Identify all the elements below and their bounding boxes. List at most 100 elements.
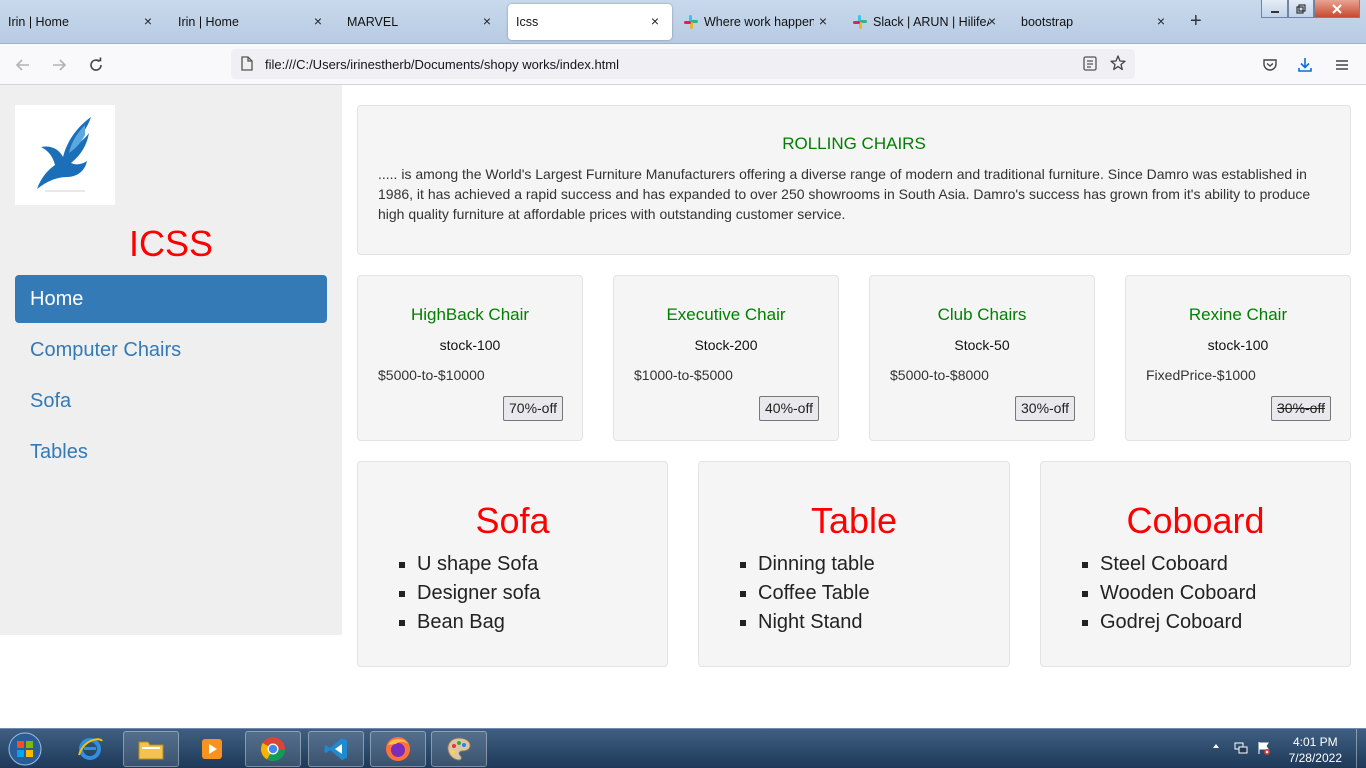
pocket-icon xyxy=(1263,59,1277,71)
arrow-right-icon xyxy=(53,59,67,71)
close-tab-icon[interactable]: × xyxy=(480,14,494,28)
product-price: FixedPrice-$1000 xyxy=(1146,367,1256,383)
product-card: Executive Chair Stock-200 $1000-to-$5000… xyxy=(613,275,839,441)
tab-label: Slack | ARUN | HilifeA xyxy=(873,15,989,29)
list-item: U shape Sofa xyxy=(417,550,667,579)
tab-irin-home-2[interactable]: Irin | Home × xyxy=(170,4,335,40)
folder-icon xyxy=(138,741,164,760)
sidebar: ICSS Home Computer Chairs Sofa Tables xyxy=(0,85,342,635)
category-card-coboard: Coboard Steel Coboard Wooden Coboard God… xyxy=(1040,461,1351,667)
category-list: Dinning table Coffee Table Night Stand xyxy=(758,550,1009,637)
sidebar-item-computer-chairs[interactable]: Computer Chairs xyxy=(15,326,327,374)
page-icon xyxy=(241,56,253,76)
product-card: Rexine Chair stock-100 FixedPrice-$1000 … xyxy=(1125,275,1351,441)
clock-date: 7/28/2022 xyxy=(1288,751,1342,765)
close-tab-icon[interactable]: × xyxy=(648,14,662,28)
sidebar-item-home[interactable]: Home xyxy=(15,275,327,323)
slack-icon xyxy=(853,15,867,29)
sidebar-item-tables[interactable]: Tables xyxy=(15,428,327,476)
product-name: Rexine Chair xyxy=(1188,305,1288,324)
tab-slack-arun[interactable]: Slack | ARUN | HilifeA × xyxy=(845,4,1005,40)
paint-palette-icon xyxy=(447,737,471,761)
taskbar-file-explorer[interactable] xyxy=(123,731,179,767)
product-card: Club Chairs Stock-50 $5000-to-$8000 30%-… xyxy=(869,275,1095,441)
hero-panel: ROLLING CHAIRS ..... is among the World'… xyxy=(357,105,1351,255)
address-bar[interactable]: file:///C:/Users/irinestherb/Documents/s… xyxy=(231,49,1135,79)
taskbar-vscode[interactable] xyxy=(308,731,364,767)
discount-button[interactable]: 70%-off xyxy=(503,396,563,421)
web-page: ICSS Home Computer Chairs Sofa Tables RO… xyxy=(0,85,1366,728)
product-price: $5000-to-$8000 xyxy=(890,367,989,383)
slack-icon xyxy=(684,15,698,29)
site-logo[interactable] xyxy=(15,105,115,205)
tab-marvel[interactable]: MARVEL × xyxy=(339,4,504,40)
restore-window-button[interactable] xyxy=(1288,0,1314,18)
discount-button[interactable]: 30%-off xyxy=(1015,396,1075,421)
tab-slack-home[interactable]: Where work happens × xyxy=(676,4,836,40)
taskbar-paint[interactable] xyxy=(431,731,487,767)
windows-logo-icon xyxy=(8,732,42,766)
forward-button[interactable] xyxy=(47,53,71,77)
discount-button[interactable]: 30%-off xyxy=(1271,396,1331,421)
reload-icon xyxy=(90,57,102,71)
new-tab-button[interactable]: + xyxy=(1190,11,1202,31)
restore-icon xyxy=(1296,3,1306,14)
download-icon xyxy=(1298,58,1312,72)
taskbar-internet-explorer[interactable] xyxy=(62,731,118,767)
product-price: $1000-to-$5000 xyxy=(634,367,733,383)
show-hidden-icons-button[interactable] xyxy=(1211,741,1221,754)
tab-bootstrap[interactable]: bootstrap × xyxy=(1013,4,1178,40)
action-center-flag-icon[interactable] xyxy=(1257,741,1271,758)
product-stock: Stock-50 xyxy=(954,337,1010,353)
clock-time: 4:01 PM xyxy=(1292,735,1338,749)
sidebar-menu: Home Computer Chairs Sofa Tables xyxy=(15,275,327,479)
sidebar-item-sofa[interactable]: Sofa xyxy=(15,377,327,425)
url-text: file:///C:/Users/irinestherb/Documents/s… xyxy=(265,57,620,72)
downloads-button[interactable] xyxy=(1293,53,1317,77)
media-player-icon xyxy=(202,739,222,759)
network-icon[interactable] xyxy=(1234,741,1248,758)
taskbar-media-player[interactable] xyxy=(184,731,240,767)
tab-label: Where work happens xyxy=(704,15,814,29)
hero-title: ROLLING CHAIRS xyxy=(782,134,926,153)
product-stock: Stock-200 xyxy=(694,337,758,353)
product-card: HighBack Chair stock-100 $5000-to-$10000… xyxy=(357,275,583,441)
minimize-window-button[interactable] xyxy=(1261,0,1288,18)
list-item: Dinning table xyxy=(758,550,1009,579)
close-tab-icon[interactable]: × xyxy=(816,14,830,28)
product-name: HighBack Chair xyxy=(410,305,530,324)
windows-taskbar: 4:01 PM 7/28/2022 xyxy=(0,728,1366,768)
close-tab-icon[interactable]: × xyxy=(141,14,155,28)
close-tab-icon[interactable]: × xyxy=(985,14,999,28)
tab-strip: Irin | Home × Irin | Home × MARVEL × Ics… xyxy=(0,0,1366,44)
taskbar-firefox[interactable] xyxy=(370,731,426,767)
navigation-toolbar: file:///C:/Users/irinestherb/Documents/s… xyxy=(0,44,1366,85)
close-tab-icon[interactable]: × xyxy=(1154,14,1168,28)
bookmark-star-icon[interactable] xyxy=(1110,55,1126,76)
pocket-button[interactable] xyxy=(1258,53,1282,77)
category-card-sofa: Sofa U shape Sofa Designer sofa Bean Bag xyxy=(357,461,668,667)
list-item: Steel Coboard xyxy=(1100,550,1350,579)
minimize-icon xyxy=(1270,10,1279,13)
app-menu-button[interactable] xyxy=(1330,53,1354,77)
eagle-logo-icon xyxy=(37,117,91,192)
product-price: $5000-to-$10000 xyxy=(378,367,485,383)
close-window-button[interactable] xyxy=(1314,0,1360,18)
show-desktop-button[interactable] xyxy=(1356,729,1366,768)
category-list: U shape Sofa Designer sofa Bean Bag xyxy=(417,550,667,637)
reader-view-icon[interactable] xyxy=(1083,56,1097,76)
category-title: Sofa xyxy=(475,500,550,541)
chevron-up-icon xyxy=(1213,744,1219,748)
system-clock[interactable]: 4:01 PM 7/28/2022 xyxy=(1289,734,1342,766)
back-button[interactable] xyxy=(11,53,35,77)
discount-button[interactable]: 40%-off xyxy=(759,396,819,421)
reload-button[interactable] xyxy=(84,53,108,77)
category-card-table: Table Dinning table Coffee Table Night S… xyxy=(698,461,1010,667)
start-button[interactable] xyxy=(5,731,45,767)
taskbar-chrome[interactable] xyxy=(245,731,301,767)
close-tab-icon[interactable]: × xyxy=(311,14,325,28)
tab-irin-home-1[interactable]: Irin | Home × xyxy=(0,4,165,40)
brand-title: ICSS xyxy=(128,223,214,264)
list-item: Designer sofa xyxy=(417,579,667,608)
tab-icss[interactable]: Icss × xyxy=(508,4,672,40)
